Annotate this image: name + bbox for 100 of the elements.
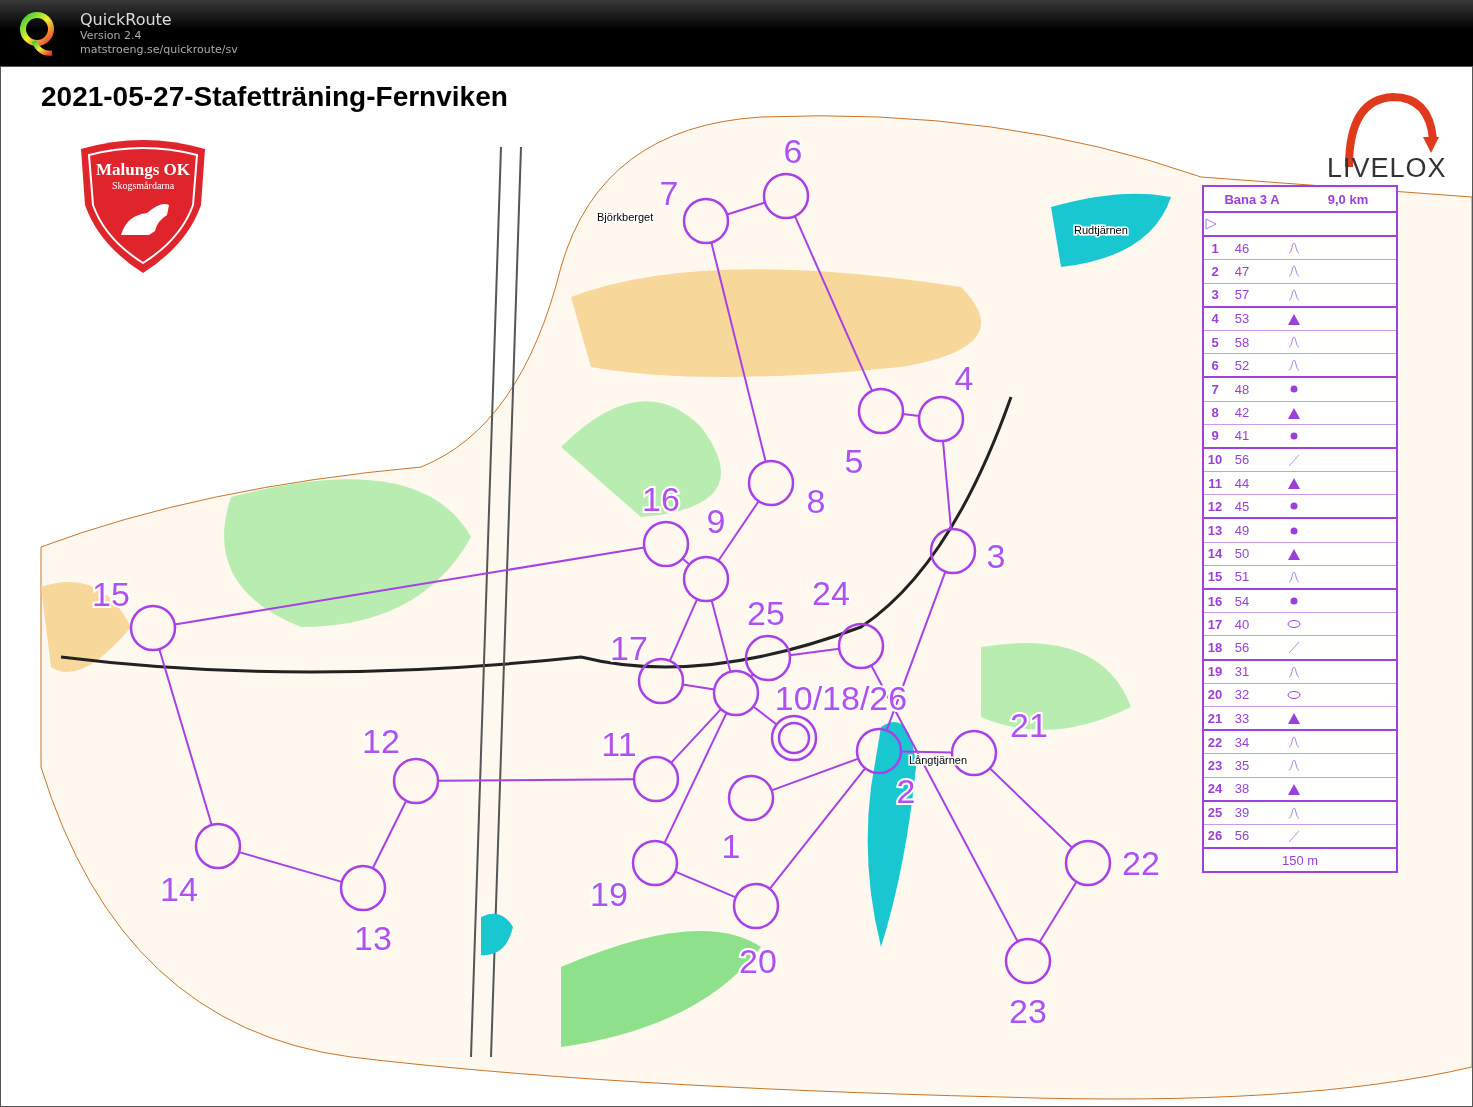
control-sequence: 20 xyxy=(1206,687,1224,703)
control-number: 11 xyxy=(601,725,637,763)
place-name: Rudtjärnen xyxy=(1074,224,1128,236)
control-number: 24 xyxy=(812,574,850,612)
control-code: 48 xyxy=(1233,381,1251,397)
control-code: 54 xyxy=(1233,593,1251,609)
control-sequence: 13 xyxy=(1206,523,1224,539)
control-number: 9 xyxy=(706,502,726,540)
control-code: 44 xyxy=(1233,475,1251,491)
control-sequence: 23 xyxy=(1206,757,1224,773)
control-number: 3 xyxy=(986,537,1006,575)
control-number: 21 xyxy=(1010,706,1048,744)
control-circle xyxy=(129,604,177,652)
control-code: 42 xyxy=(1233,405,1251,421)
control-code: 41 xyxy=(1233,428,1251,444)
control-sequence: 6 xyxy=(1210,357,1220,373)
map-title: 2021-05-27-Stafetträning-Fernviken xyxy=(41,81,508,113)
control-code: 56 xyxy=(1233,828,1251,844)
control-code: 45 xyxy=(1233,498,1251,514)
control-sequence: 16 xyxy=(1206,593,1224,609)
control-number: 13 xyxy=(354,919,392,957)
control-sequence: 8 xyxy=(1210,405,1220,421)
course-length: 9,0 km xyxy=(1326,191,1370,207)
control-code: 47 xyxy=(1233,263,1251,279)
control-sequence: 21 xyxy=(1206,710,1224,726)
control-circle xyxy=(712,669,760,717)
feature-symbol-icon xyxy=(1286,639,1302,656)
control-number: 8 xyxy=(806,482,826,520)
app-version: Version 2.4 xyxy=(80,28,143,43)
control-number: 1 xyxy=(721,827,741,865)
control-code: 32 xyxy=(1233,687,1251,703)
control-circle xyxy=(1004,937,1052,985)
control-circle xyxy=(762,172,810,220)
control-circle xyxy=(855,727,903,775)
control-circle xyxy=(632,755,680,803)
control-code: 58 xyxy=(1233,334,1251,350)
control-sequence: 22 xyxy=(1206,734,1224,750)
control-sequence: 24 xyxy=(1206,781,1224,797)
control-sequence: 17 xyxy=(1206,616,1224,632)
control-code: 46 xyxy=(1233,240,1251,256)
control-number: 19 xyxy=(590,875,628,913)
control-number: 16 xyxy=(642,480,680,518)
footer-distance: 150 m xyxy=(1281,852,1319,868)
control-circle xyxy=(194,822,242,870)
control-number: 14 xyxy=(160,870,198,908)
control-code: 33 xyxy=(1233,710,1251,726)
control-code: 53 xyxy=(1233,311,1251,327)
control-circle xyxy=(1064,839,1112,887)
control-sequence: 9 xyxy=(1210,428,1220,444)
control-code: 51 xyxy=(1233,569,1251,585)
control-code: 38 xyxy=(1233,781,1251,797)
control-circle xyxy=(857,387,905,435)
control-sequence: 7 xyxy=(1210,381,1220,397)
control-code: 49 xyxy=(1233,523,1251,539)
control-sequence: 11 xyxy=(1207,475,1223,491)
control-circle xyxy=(682,197,730,245)
control-number: 23 xyxy=(1009,992,1047,1030)
control-sequence: 26 xyxy=(1206,828,1224,844)
control-circle xyxy=(732,882,780,930)
place-name: Björkberget xyxy=(597,211,654,223)
app-name: QuickRoute xyxy=(80,9,173,29)
control-circle xyxy=(392,757,440,805)
app-url: matstroeng.se/quickroute/sv xyxy=(80,42,238,57)
control-code: 39 xyxy=(1233,805,1251,821)
club-logo: Malungs OK Skogsmårdarna xyxy=(81,140,205,273)
control-sequence: 18 xyxy=(1206,639,1224,655)
control-number: 12 xyxy=(362,722,400,760)
control-sequence: 2 xyxy=(1210,263,1220,279)
control-circle xyxy=(642,520,690,568)
control-sequence: 19 xyxy=(1206,664,1224,680)
control-code: 56 xyxy=(1233,452,1251,468)
control-sequence: 3 xyxy=(1210,287,1220,303)
control-circle xyxy=(929,527,977,575)
control-code: 35 xyxy=(1233,757,1251,773)
control-code: 31 xyxy=(1233,664,1251,680)
control-number: 7 xyxy=(659,174,679,212)
finish-icon xyxy=(770,714,818,762)
control-code: 56 xyxy=(1233,639,1251,655)
brand-name: LIVELOX xyxy=(1327,153,1447,184)
control-sequence: 10 xyxy=(1206,452,1224,468)
control-circle xyxy=(837,622,885,670)
control-circle xyxy=(631,839,679,887)
control-circle xyxy=(339,864,387,912)
control-code: 40 xyxy=(1233,616,1251,632)
control-number: 25 xyxy=(747,594,785,632)
control-number: 15 xyxy=(92,575,130,613)
control-circle xyxy=(917,395,965,443)
control-number: 22 xyxy=(1122,844,1160,882)
control-sequence: 25 xyxy=(1206,805,1224,821)
control-number: 17 xyxy=(610,629,648,667)
control-sequence: 15 xyxy=(1206,569,1224,585)
control-code: 50 xyxy=(1233,546,1251,562)
control-circle xyxy=(682,555,730,603)
control-circle xyxy=(744,634,792,682)
control-code: 52 xyxy=(1233,357,1251,373)
control-number: 6 xyxy=(783,132,803,170)
control-sequence: 12 xyxy=(1206,498,1224,514)
control-circle xyxy=(727,774,775,822)
control-code: 34 xyxy=(1233,734,1251,750)
start-triangle-icon xyxy=(1204,217,1218,232)
